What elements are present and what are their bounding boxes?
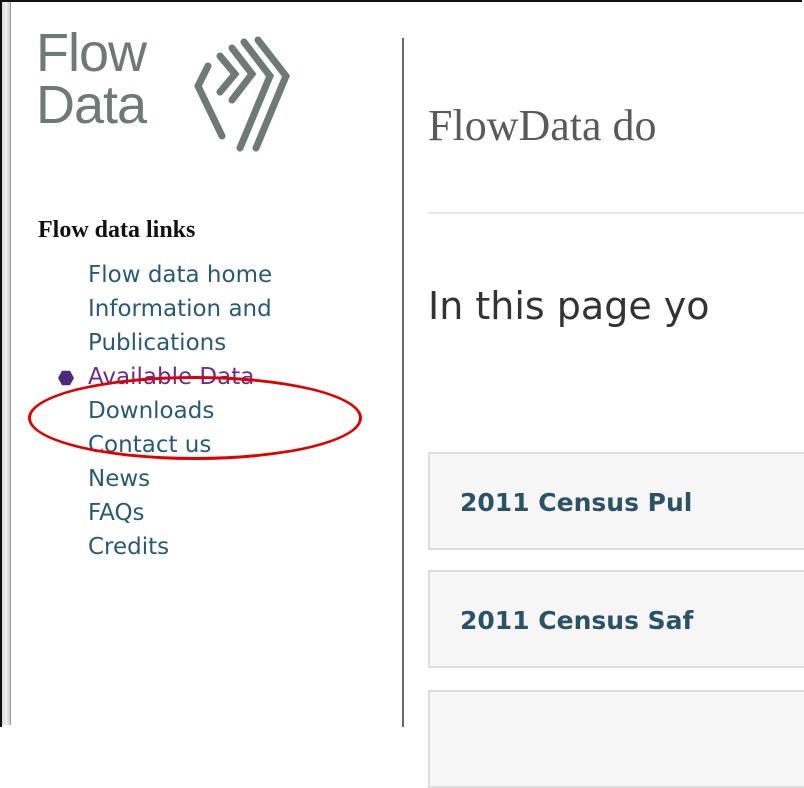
sidebar-heading: Flow data links <box>38 217 196 243</box>
sidebar-item-label: Flow data home <box>88 262 273 288</box>
sidebar-item-faqs[interactable]: FAQs <box>88 496 358 530</box>
sidebar-item-credits[interactable]: Credits <box>88 530 358 564</box>
window-left-edge <box>2 2 11 725</box>
page-title: FlowData do <box>428 101 657 150</box>
logo-text-line1: Flow <box>36 23 147 83</box>
sidebar-item-news[interactable]: News <box>88 462 358 496</box>
accordion-panel-next[interactable] <box>428 690 804 788</box>
highlight-circle-annotation <box>28 376 362 460</box>
sidebar-item-label: News <box>88 466 151 492</box>
column-divider <box>402 38 404 727</box>
sidebar-item-label: FAQs <box>88 500 145 526</box>
sidebar-item-flow-data-home[interactable]: Flow data home <box>88 258 358 292</box>
intro-text: In this page yo <box>428 284 710 328</box>
sidebar-item-label: Information and Publications <box>88 296 272 356</box>
sidebar-item-label: Credits <box>88 534 170 560</box>
sidebar-item-information-publications[interactable]: Information and Publications <box>88 292 358 360</box>
logo-text-line2: Data <box>36 75 147 135</box>
flowdata-logo[interactable]: Flow Data <box>36 26 336 166</box>
accordion-panel-census-safeguarded[interactable]: 2011 Census Saf <box>428 570 804 668</box>
accordion-panel-census-public[interactable]: 2011 Census Pul <box>428 452 804 550</box>
flow-chevrons-icon <box>194 36 291 152</box>
title-divider <box>428 212 804 214</box>
panel-title: 2011 Census Pul <box>460 488 693 517</box>
panel-title: 2011 Census Saf <box>460 606 694 635</box>
